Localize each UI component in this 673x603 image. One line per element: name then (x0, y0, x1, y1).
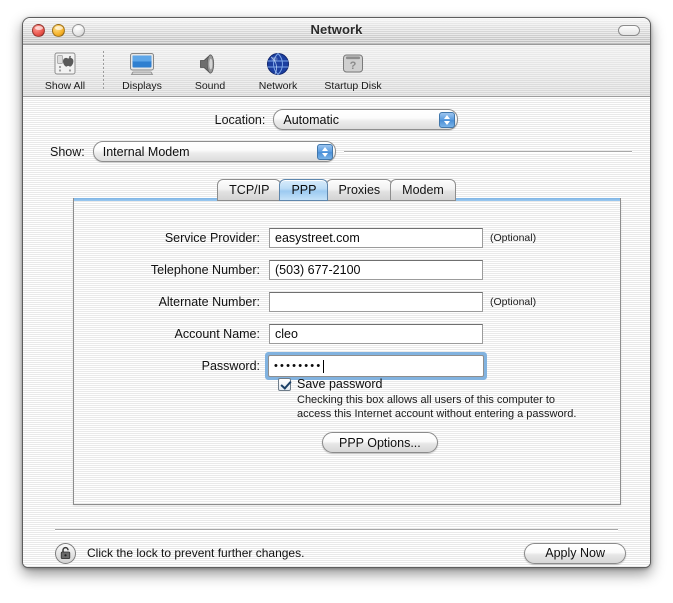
ppp-options-wrapper: PPP Options... (322, 432, 438, 453)
open-padlock-icon[interactable] (55, 542, 76, 564)
telephone-number-value: (503) 677-2100 (275, 263, 361, 277)
tab-modem[interactable]: Modem (390, 179, 456, 201)
save-password-help: Checking this box allows all users of th… (297, 393, 576, 421)
alternate-number-row: Alternate Number: (Optional) (74, 286, 620, 318)
save-password-block: Save password Checking this box allows a… (278, 377, 576, 421)
telephone-number-input[interactable]: (503) 677-2100 (269, 260, 483, 280)
lock-note-text: Click the lock to prevent further change… (87, 546, 305, 560)
toolbar-item-show-all[interactable]: Show All (31, 49, 99, 92)
apply-now-label: Apply Now (545, 546, 605, 560)
service-provider-label: Service Provider: (164, 231, 260, 245)
bottom-divider (55, 529, 618, 530)
displays-icon (108, 50, 176, 78)
startup-disk-icon: ? (312, 50, 394, 78)
account-name-input[interactable]: cleo (269, 324, 483, 344)
telephone-number-label: Telephone Number: (150, 263, 260, 277)
account-name-row: Account Name: cleo (74, 318, 620, 350)
tab-tcpip[interactable]: TCP/IP (217, 179, 282, 201)
network-preferences-window: Network Show All Displays Sound Network … (22, 17, 651, 568)
text-cursor (323, 359, 325, 373)
ppp-settings-panel: Service Provider: easystreet.com (Option… (73, 200, 621, 505)
chevron-updown-icon (439, 111, 456, 128)
tab-label: PPP (291, 183, 317, 197)
toolbar-item-sound[interactable]: Sound (176, 49, 244, 92)
telephone-number-row: Telephone Number: (503) 677-2100 (74, 254, 620, 286)
save-password-row[interactable]: Save password (278, 377, 576, 391)
network-globe-icon (244, 50, 312, 78)
window-title: Network (310, 22, 363, 37)
svg-text:?: ? (350, 60, 357, 72)
help-line-1: Checking this box allows all users of th… (297, 394, 556, 406)
tab-proxies[interactable]: Proxies (326, 179, 393, 201)
window-titlebar: Network (23, 18, 650, 45)
preferences-body: Location: Automatic Show: Internal Modem (23, 97, 650, 567)
show-value: Internal Modem (102, 144, 190, 159)
save-password-label: Save password (297, 377, 383, 391)
ppp-options-label: PPP Options... (339, 435, 421, 450)
password-input[interactable]: •••••••• (269, 356, 483, 376)
tab-label: Proxies (338, 183, 381, 197)
show-popup-button[interactable]: Internal Modem (92, 141, 336, 162)
toolbar-item-label: Displays (122, 80, 162, 92)
tab-bar: TCP/IP PPP Proxies Modem (23, 177, 650, 201)
alternate-number-input[interactable] (269, 292, 483, 312)
toolbar-item-displays[interactable]: Displays (108, 49, 176, 92)
horizontal-rule (343, 151, 632, 152)
show-label: Show: (50, 144, 85, 159)
service-provider-value: easystreet.com (275, 231, 360, 245)
toolbar-toggle-button[interactable] (618, 25, 640, 36)
service-provider-row: Service Provider: easystreet.com (Option… (74, 222, 620, 254)
bottom-bar: Click the lock to prevent further change… (55, 541, 626, 565)
location-popup-button[interactable]: Automatic (273, 109, 459, 130)
show-row: Show: Internal Modem (50, 141, 632, 162)
apply-button-wrapper: Apply Now (524, 542, 626, 564)
alternate-number-hint: (Optional) (490, 296, 537, 308)
chevron-updown-icon (316, 143, 333, 160)
toolbar-item-label: Sound (194, 80, 226, 92)
ppp-options-button[interactable]: PPP Options... (322, 432, 438, 453)
tab-label: Modem (402, 183, 444, 197)
apply-now-button[interactable]: Apply Now (524, 542, 626, 564)
password-label: Password: (201, 359, 260, 373)
save-password-checkbox[interactable] (278, 377, 291, 391)
location-label: Location: (214, 112, 266, 127)
toolbar-separator (103, 51, 104, 91)
location-row: Location: Automatic (23, 109, 650, 130)
account-name-label: Account Name: (174, 327, 260, 341)
tab-label: TCP/IP (229, 183, 270, 197)
alternate-number-label: Alternate Number: (158, 295, 260, 309)
ppp-form: Service Provider: easystreet.com (Option… (74, 222, 620, 382)
tab-ppp[interactable]: PPP (279, 179, 329, 201)
service-provider-hint: (Optional) (490, 232, 537, 244)
toolbar-item-startup-disk[interactable]: ? Startup Disk (312, 49, 394, 92)
show-all-icon (31, 50, 99, 78)
location-value: Automatic (283, 112, 339, 127)
preferences-toolbar: Show All Displays Sound Network ? Startu… (23, 45, 650, 97)
help-line-2: access this Internet account without ent… (297, 408, 577, 420)
toolbar-item-label: Startup Disk (324, 80, 382, 92)
service-provider-input[interactable]: easystreet.com (269, 228, 483, 248)
account-name-value: cleo (275, 327, 298, 341)
toolbar-item-label: Network (258, 80, 298, 92)
toolbar-item-label: Show All (44, 80, 86, 92)
sound-icon (176, 50, 244, 78)
toolbar-item-network[interactable]: Network (244, 49, 312, 92)
password-value: •••••••• (274, 360, 323, 372)
